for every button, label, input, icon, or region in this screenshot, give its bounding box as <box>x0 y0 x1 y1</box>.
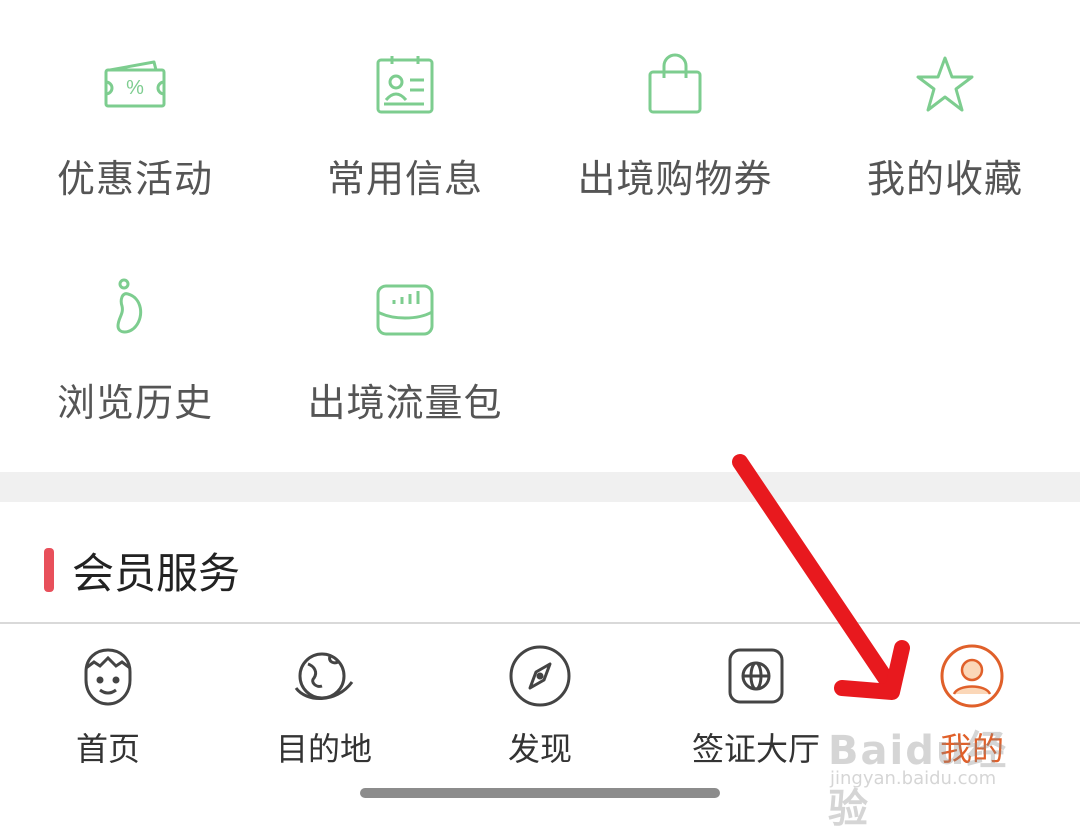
grid-item-label: 出境流量包 <box>307 381 503 425</box>
svg-text:%: % <box>126 77 144 99</box>
grid-item-label: 优惠活动 <box>56 157 213 201</box>
section-header: 会员服务 <box>44 540 240 600</box>
tab-home[interactable]: 首页 <box>18 642 198 770</box>
visa-globe-icon <box>728 648 784 704</box>
grid-item-label: 常用信息 <box>326 157 483 201</box>
star-icon <box>916 56 974 112</box>
tab-label: 目的地 <box>275 730 372 768</box>
grid-item-label: 浏览历史 <box>56 381 213 425</box>
grid-item-favorites[interactable]: 我的收藏 <box>810 52 1080 203</box>
grid-item-label: 我的收藏 <box>866 157 1023 201</box>
id-card-icon <box>376 56 434 114</box>
home-indicator[interactable] <box>360 788 720 798</box>
shopping-bag-icon <box>648 53 702 114</box>
section-accent-bar <box>44 548 54 592</box>
grid-item-data-package[interactable]: 出境流量包 <box>270 276 540 427</box>
tab-label: 签证大厅 <box>691 730 820 768</box>
home-face-icon <box>84 648 132 706</box>
tab-discover[interactable]: 发现 <box>450 642 630 770</box>
watermark: Baidu经验 jingyan.baidu.com <box>828 700 1028 832</box>
grid-item-label: 出境购物券 <box>577 157 773 201</box>
data-package-icon <box>376 284 434 336</box>
coupon-icon: % <box>104 60 166 108</box>
watermark-url: jingyan.baidu.com <box>830 768 997 789</box>
grid-item-shopping-voucher[interactable]: 出境购物券 <box>540 52 810 203</box>
tab-destination[interactable]: 目的地 <box>234 642 414 770</box>
section-title: 会员服务 <box>72 548 241 598</box>
footprint-icon <box>116 278 143 334</box>
section-divider <box>0 472 1080 502</box>
tab-label: 首页 <box>75 730 140 768</box>
grid-item-common-info[interactable]: 常用信息 <box>270 52 540 203</box>
grid-item-history[interactable]: 浏览历史 <box>0 276 270 427</box>
grid-item-coupons[interactable]: % 优惠活动 <box>0 52 270 203</box>
tab-label: 发现 <box>507 730 572 768</box>
compass-icon <box>509 645 571 707</box>
globe-icon <box>294 652 354 701</box>
tab-visa-hall[interactable]: 签证大厅 <box>666 642 846 770</box>
function-grid: % 优惠活动 常用信息 出境购物券 我的收藏 浏览历史 出境流量包 <box>0 0 1080 472</box>
